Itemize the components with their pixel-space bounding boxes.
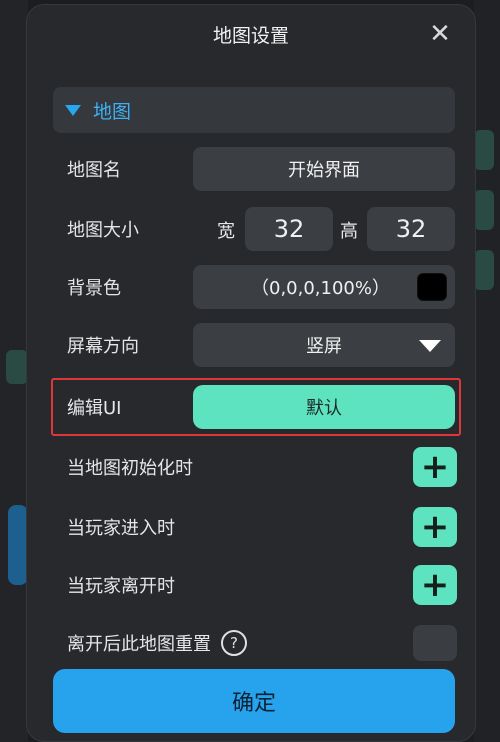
reset-option-label: 离开后此地图重置 (67, 634, 211, 655)
height-input[interactable]: 32 (367, 207, 455, 251)
triangle-down-icon (65, 104, 81, 116)
map-name-input[interactable]: 开始界面 (193, 147, 455, 191)
background-chip (6, 350, 28, 384)
background-color-field[interactable]: （0,0,0,100%） (193, 265, 455, 309)
screen-orientation-label: 屏幕方向 (67, 336, 139, 357)
event-row-player-leave: 当玩家离开时 + (67, 563, 457, 607)
event-row-init: 当地图初始化时 + (67, 445, 457, 489)
event-row-player-enter: 当玩家进入时 + (67, 505, 457, 549)
width-input[interactable]: 32 (245, 207, 333, 251)
background-chip (474, 130, 494, 170)
dialog-header: 地图设置 ✕ (27, 5, 475, 63)
screen-orientation-value: 竖屏 (306, 336, 342, 357)
height-label: 高 (340, 221, 358, 242)
section-header-map[interactable]: 地图 (53, 87, 455, 133)
edit-ui-value: 默认 (306, 398, 342, 419)
width-value: 32 (273, 215, 305, 243)
edit-ui-label: 编辑UI (67, 398, 122, 419)
event-label: 当玩家离开时 (67, 576, 175, 597)
map-name-label: 地图名 (67, 160, 121, 181)
background-panel-right (474, 0, 500, 742)
reset-option-row: 离开后此地图重置 ? (67, 621, 457, 665)
background-chip (474, 190, 494, 230)
edit-ui-select[interactable]: 默认 (193, 385, 455, 429)
help-icon[interactable]: ? (221, 630, 247, 656)
edit-ui-row: 编辑UI 默认 (67, 385, 457, 429)
width-label: 宽 (217, 221, 235, 242)
add-player-enter-event-button[interactable]: + (413, 507, 457, 547)
map-size-label: 地图大小 (67, 220, 139, 241)
background-color-row: 背景色 （0,0,0,100%） (67, 265, 457, 309)
height-value: 32 (395, 215, 427, 243)
background-chip (474, 250, 494, 290)
confirm-label: 确定 (231, 691, 276, 716)
screen-orientation-row: 屏幕方向 竖屏 (67, 323, 457, 367)
close-button[interactable]: ✕ (425, 19, 455, 49)
background-color-value: （0,0,0,100%） (251, 278, 390, 299)
add-init-event-button[interactable]: + (413, 447, 457, 487)
dialog-title: 地图设置 (212, 24, 289, 47)
map-name-row: 地图名 开始界面 (67, 147, 457, 191)
background-blue-tile (8, 505, 28, 585)
plus-icon: + (420, 507, 450, 547)
reset-toggle[interactable] (413, 625, 457, 661)
confirm-button[interactable]: 确定 (53, 669, 455, 733)
add-player-leave-event-button[interactable]: + (413, 565, 457, 605)
plus-icon: + (420, 447, 450, 487)
map-size-row: 地图大小 宽 32 高 32 (67, 207, 457, 251)
map-name-value: 开始界面 (288, 160, 360, 181)
dropdown-arrow-icon (419, 340, 441, 352)
screen-orientation-select[interactable]: 竖屏 (193, 323, 455, 367)
background-color-label: 背景色 (67, 278, 121, 299)
color-swatch[interactable] (417, 273, 447, 301)
map-settings-dialog: 地图设置 ✕ 地图 地图名 开始界面 地图大小 宽 32 高 32 背景色 （0… (26, 4, 476, 742)
close-icon: ✕ (429, 19, 451, 49)
event-label: 当玩家进入时 (67, 518, 175, 539)
event-label: 当地图初始化时 (67, 458, 193, 479)
plus-icon: + (420, 565, 450, 605)
section-label: 地图 (93, 100, 132, 123)
